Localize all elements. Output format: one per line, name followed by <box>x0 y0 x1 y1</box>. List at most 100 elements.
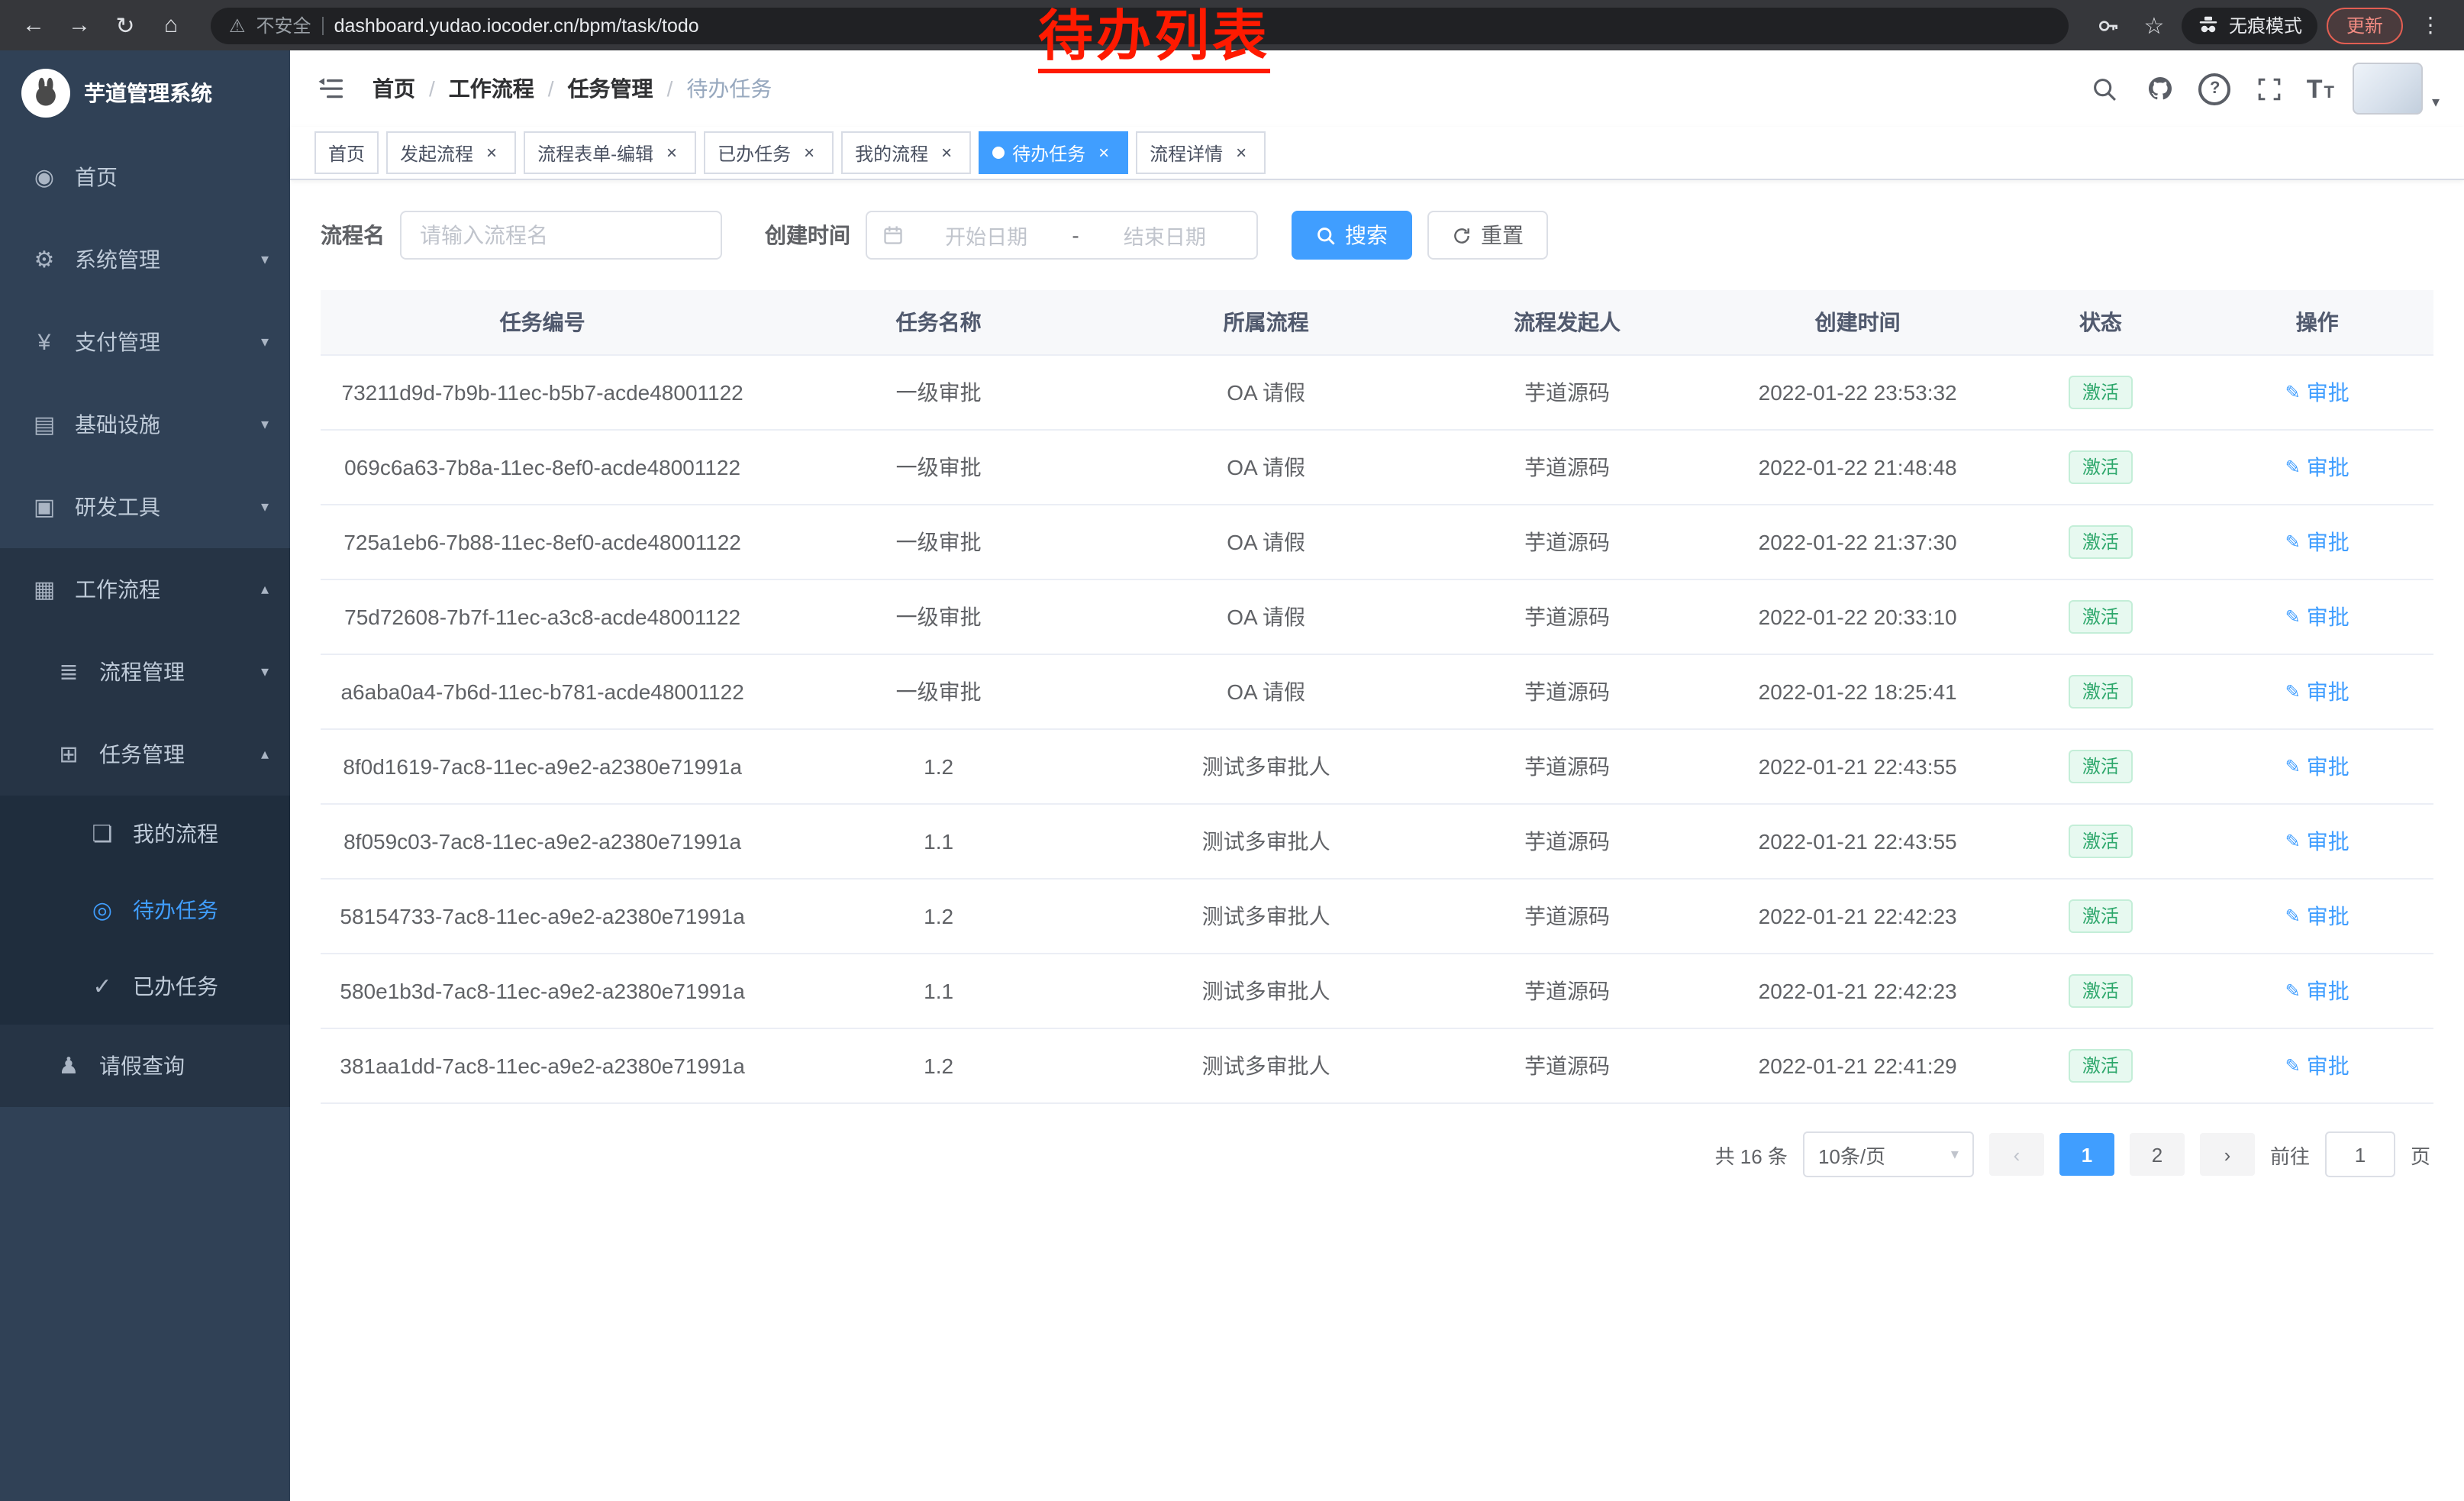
close-icon[interactable]: × <box>936 142 957 163</box>
breadcrumb-item[interactable]: 任务管理 <box>568 73 653 104</box>
refresh-icon <box>1452 225 1472 245</box>
hamburger-icon[interactable] <box>314 72 348 105</box>
goto-page-input[interactable] <box>2325 1131 2395 1177</box>
tab-my-process[interactable]: 我的流程 × <box>841 131 971 174</box>
tab-todo-tasks[interactable]: 待办任务× <box>979 131 1128 174</box>
column-header: 状态 <box>2000 290 2201 355</box>
chevron-down-icon: ▾ <box>261 663 269 680</box>
approve-link[interactable]: ✎审批 <box>2285 452 2350 483</box>
search-icon[interactable] <box>2087 70 2124 107</box>
font-size-icon[interactable]: TT <box>2307 76 2334 102</box>
task-id-cell: 8f0d1619-7ac8-11ec-a9e2-a2380e71991a <box>321 729 764 804</box>
tab-process-detail[interactable]: 流程详情 × <box>1136 131 1266 174</box>
close-icon[interactable]: × <box>481 142 502 163</box>
home-icon[interactable]: ⌂ <box>153 7 189 44</box>
update-button[interactable]: 更新 <box>2327 7 2403 44</box>
browser-menu-icon[interactable]: ⋮ <box>2412 7 2449 44</box>
approve-link[interactable]: ✎审批 <box>2285 377 2350 408</box>
star-icon[interactable]: ☆ <box>2136 7 2172 44</box>
tab-process-form-edit[interactable]: 流程表单-编辑× <box>524 131 696 174</box>
help-icon[interactable]: ? <box>2197 70 2233 107</box>
approve-link[interactable]: ✎审批 <box>2285 676 2350 707</box>
fullscreen-icon[interactable] <box>2252 70 2288 107</box>
process-name-input[interactable] <box>400 211 722 260</box>
prev-page-button[interactable]: ‹ <box>1989 1133 2044 1176</box>
action-cell: ✎审批 <box>2201 430 2433 505</box>
table-row: 73211d9d-7b9b-11ec-b5b7-acde48001122一级审批… <box>321 355 2433 430</box>
page-button-1[interactable]: 1 <box>2059 1133 2114 1176</box>
sidebar-item-home[interactable]: ◉首页 <box>0 136 290 218</box>
page-button-2[interactable]: 2 <box>2130 1133 2185 1176</box>
chevron-down-icon[interactable]: ▾ <box>2432 95 2440 111</box>
approve-link[interactable]: ✎审批 <box>2285 602 2350 632</box>
approve-link[interactable]: ✎审批 <box>2285 751 2350 782</box>
table-row: 580e1b3d-7ac8-11ec-a9e2-a2380e71991a1.1测… <box>321 954 2433 1028</box>
status-badge: 激活 <box>2069 675 2133 709</box>
tab-done-tasks[interactable]: 已办任务× <box>704 131 834 174</box>
process-cell: 测试多审批人 <box>1113 879 1419 954</box>
task-id-cell: 725a1eb6-7b88-11ec-8ef0-acde48001122 <box>321 505 764 579</box>
status-badge: 激活 <box>2069 825 2133 858</box>
sidebar-item-payment-management[interactable]: ¥支付管理▾ <box>0 301 290 383</box>
sidebar-menu: ◉首页⚙系统管理▾¥支付管理▾▤基础设施▾▣研发工具▾▦工作流程▴≣流程管理▾⊞… <box>0 136 290 1107</box>
approve-link[interactable]: ✎审批 <box>2285 826 2350 857</box>
sidebar-item-process-management[interactable]: ≣流程管理▾ <box>0 631 290 713</box>
tab-label: 流程详情 <box>1150 140 1223 166</box>
starter-cell: 芋道源码 <box>1419 654 1715 729</box>
sidebar-item-system-management[interactable]: ⚙系统管理▾ <box>0 218 290 301</box>
sidebar-item-label: 请假查询 <box>99 1051 269 1081</box>
navbar: 首页/工作流程/任务管理/待办任务 ? <box>290 50 2464 127</box>
sidebar-item-dev-tools[interactable]: ▣研发工具▾ <box>0 466 290 548</box>
tab-start-process[interactable]: 发起流程× <box>386 131 516 174</box>
sidebar-item-todo-tasks[interactable]: ◎待办任务 <box>0 872 290 948</box>
task-id-cell: 8f059c03-7ac8-11ec-a9e2-a2380e71991a <box>321 804 764 879</box>
approve-link[interactable]: ✎审批 <box>2285 1051 2350 1081</box>
date-range-picker[interactable]: 开始日期 - 结束日期 <box>866 211 1258 260</box>
end-date-placeholder: 结束日期 <box>1088 220 1241 250</box>
approve-link[interactable]: ✎审批 <box>2285 527 2350 557</box>
sidebar-item-task-management[interactable]: ⊞任务管理▴ <box>0 713 290 796</box>
approve-link[interactable]: ✎审批 <box>2285 976 2350 1006</box>
main-area: 首页/工作流程/任务管理/待办任务 ? <box>290 50 2464 1501</box>
search-button[interactable]: 搜索 <box>1292 211 1412 260</box>
next-page-button[interactable]: › <box>2200 1133 2255 1176</box>
goto-label: 前往 <box>2270 1140 2310 1169</box>
warning-icon: ⚠ <box>229 15 246 36</box>
edit-icon: ✎ <box>2285 1055 2301 1077</box>
action-cell: ✎审批 <box>2201 654 2433 729</box>
status-cell: 激活 <box>2000 654 2201 729</box>
url-text[interactable]: dashboard.yudao.iocoder.cn/bpm/task/todo <box>334 15 699 36</box>
reload-icon[interactable]: ↻ <box>107 7 144 44</box>
github-icon[interactable] <box>2142 70 2179 107</box>
navbar-actions: ? TT ▾ <box>2087 63 2440 115</box>
sidebar-item-my-process[interactable]: ❏我的流程 <box>0 796 290 872</box>
breadcrumb-item[interactable]: 首页 <box>373 73 415 104</box>
sidebar-item-infrastructure[interactable]: ▤基础设施▾ <box>0 383 290 466</box>
page-size-select[interactable]: 10条/页 ▾ <box>1803 1131 1974 1177</box>
table-row: 58154733-7ac8-11ec-a9e2-a2380e71991a1.2测… <box>321 879 2433 954</box>
my-process-icon: ❏ <box>89 820 116 847</box>
sidebar-item-workflow[interactable]: ▦工作流程▴ <box>0 548 290 631</box>
back-icon[interactable]: ← <box>15 7 52 44</box>
created-at-cell: 2022-01-21 22:43:55 <box>1715 804 2001 879</box>
forward-icon[interactable]: → <box>61 7 98 44</box>
key-icon[interactable] <box>2090 7 2127 44</box>
breadcrumb-item[interactable]: 工作流程 <box>449 73 534 104</box>
approve-link[interactable]: ✎审批 <box>2285 901 2350 931</box>
tab-label: 我的流程 <box>855 140 928 166</box>
security-label[interactable]: 不安全 <box>256 12 311 38</box>
eye-icon: ◎ <box>89 896 116 924</box>
task-name-cell: 一级审批 <box>764 654 1113 729</box>
process-cell: OA 请假 <box>1113 579 1419 654</box>
close-icon[interactable]: × <box>1093 142 1114 163</box>
app-logo[interactable]: 芋道管理系统 <box>0 50 290 136</box>
sidebar-item-leave-query[interactable]: ♟请假查询 <box>0 1025 290 1107</box>
reset-button[interactable]: 重置 <box>1427 211 1548 260</box>
process-cell: OA 请假 <box>1113 355 1419 430</box>
close-icon[interactable]: × <box>798 142 820 163</box>
tab-home[interactable]: 首页 <box>314 131 379 174</box>
avatar[interactable] <box>2353 63 2423 115</box>
sidebar-item-done-tasks[interactable]: ✓已办任务 <box>0 948 290 1025</box>
close-icon[interactable]: × <box>1230 142 1252 163</box>
close-icon[interactable]: × <box>661 142 682 163</box>
